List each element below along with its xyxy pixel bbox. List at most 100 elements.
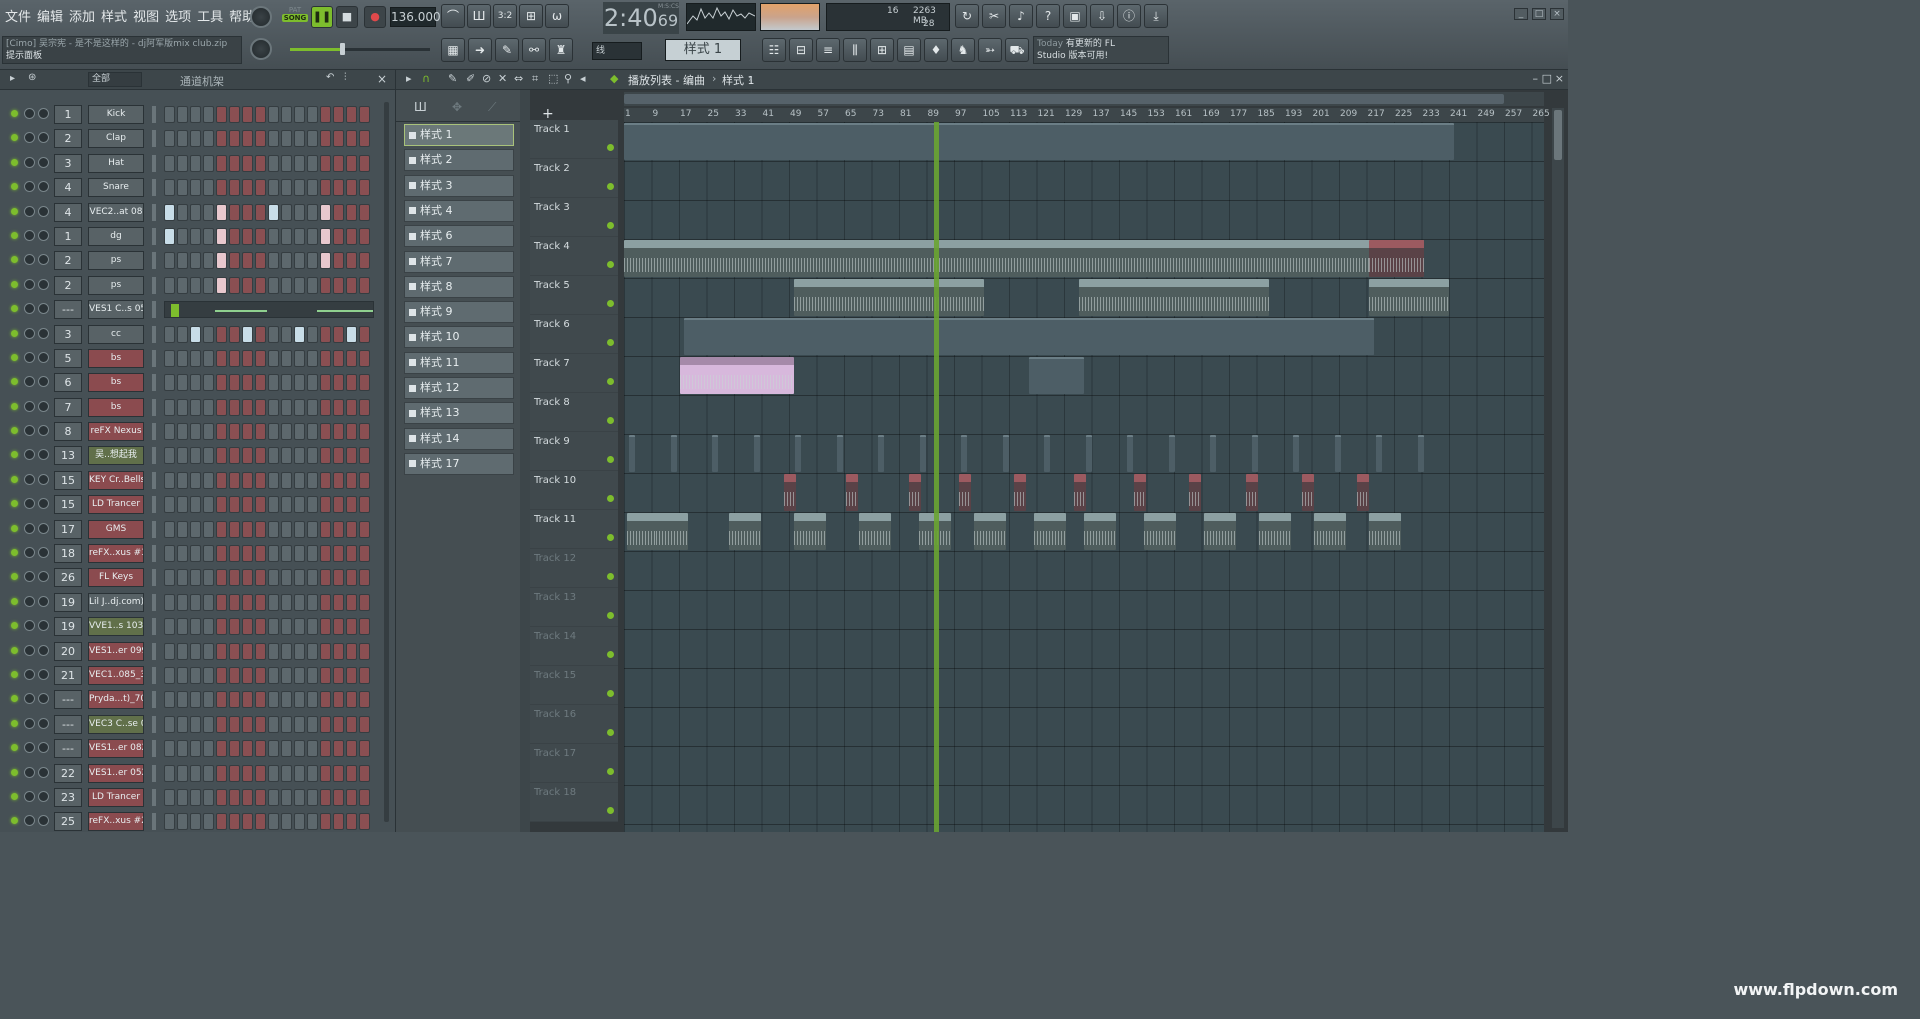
blend-notes-icon[interactable]: ω [545, 4, 569, 28]
channel-mute-led[interactable] [11, 524, 18, 532]
channel-mixer-track[interactable]: 7 [54, 397, 82, 417]
step-button[interactable] [164, 471, 175, 489]
step-button[interactable] [359, 423, 370, 441]
step-button[interactable] [190, 130, 201, 148]
step-button[interactable] [229, 666, 240, 684]
step-button[interactable] [229, 130, 240, 148]
step-button[interactable] [307, 252, 318, 270]
step-button[interactable] [281, 642, 292, 660]
step-button[interactable] [268, 203, 279, 221]
playlist-clip[interactable]: 样式 10 [874, 318, 974, 355]
channel-mixer-track[interactable]: 2 [54, 129, 82, 149]
step-button[interactable] [177, 545, 188, 563]
step-button[interactable] [242, 325, 253, 343]
channel-volume-knob[interactable] [38, 303, 49, 315]
channel-volume-knob[interactable] [38, 278, 49, 290]
channel-mute-led[interactable] [11, 549, 18, 557]
help-icon[interactable]: ? [1036, 4, 1060, 28]
step-button[interactable] [203, 691, 214, 709]
step-button[interactable] [242, 788, 253, 806]
step-button[interactable] [229, 325, 240, 343]
step-button[interactable] [203, 252, 214, 270]
step-button[interactable] [346, 398, 357, 416]
channel-mute-led[interactable] [11, 329, 18, 337]
channel-volume-knob[interactable] [38, 254, 49, 266]
slice-tool-icon[interactable]: ⌗ [532, 72, 538, 86]
channel-row[interactable]: 2 ps [4, 273, 378, 297]
step-button[interactable] [294, 325, 305, 343]
step-button[interactable] [320, 813, 331, 831]
step-button[interactable] [216, 642, 227, 660]
step-button[interactable] [164, 106, 175, 123]
channel-volume-knob[interactable] [38, 644, 49, 656]
vertical-scrollbar[interactable] [1552, 108, 1564, 828]
browser-icon[interactable]: ⊞ [870, 38, 894, 62]
step-button[interactable] [320, 227, 331, 245]
step-button[interactable] [268, 276, 279, 294]
step-button[interactable] [177, 618, 188, 636]
step-button[interactable] [307, 618, 318, 636]
step-button[interactable] [333, 666, 344, 684]
channel-row[interactable]: 19 Lil J..dj.com) [4, 590, 378, 614]
horizontal-scrollbar[interactable] [624, 92, 1544, 106]
playlist-clip[interactable] [1369, 279, 1449, 316]
step-button[interactable] [177, 691, 188, 709]
step-button[interactable] [320, 276, 331, 294]
playlist-clip[interactable] [1134, 474, 1146, 511]
step-button[interactable] [294, 691, 305, 709]
step-button[interactable] [242, 593, 253, 611]
step-button[interactable] [203, 398, 214, 416]
channel-row[interactable]: 19 VVE1..s 103 [4, 614, 378, 638]
step-button[interactable] [255, 227, 266, 245]
step-button[interactable] [216, 374, 227, 392]
pattern-item[interactable]: 样式 13 [404, 402, 514, 425]
step-button[interactable] [229, 203, 240, 221]
channel-select-bar[interactable] [152, 349, 156, 367]
channel-row[interactable]: 5 bs [4, 346, 378, 370]
microphone-icon[interactable]: ♪ [1009, 4, 1033, 28]
channel-volume-knob[interactable] [38, 498, 49, 510]
track-header[interactable]: Track 14 [530, 627, 618, 666]
step-button[interactable] [242, 715, 253, 733]
news-panel[interactable]: Today 有更新的 FL Studio 版本可用! [1033, 36, 1169, 64]
step-button[interactable] [255, 398, 266, 416]
channel-name-button[interactable]: VES1..er 052 [88, 763, 144, 783]
step-button[interactable] [190, 398, 201, 416]
link-icon[interactable]: ⚯ [522, 38, 546, 62]
step-button[interactable] [229, 715, 240, 733]
step-button[interactable] [203, 813, 214, 831]
step-button[interactable] [333, 788, 344, 806]
step-button[interactable] [216, 154, 227, 172]
pattern-item[interactable]: 样式 7 [404, 250, 514, 273]
arrangement-grid[interactable]: 吴宗宪 - 是不是 晚你才会这样的想起我 吴宗宪 - 是不是 晚你才会这样的想起我… [624, 122, 1544, 832]
step-button[interactable] [307, 496, 318, 514]
step-button[interactable] [320, 252, 331, 270]
step-button[interactable] [333, 593, 344, 611]
pattern-item[interactable]: 样式 17 [404, 452, 514, 475]
step-button[interactable] [294, 520, 305, 538]
step-button[interactable] [216, 788, 227, 806]
channel-name-button[interactable]: KEY Cr..Bells [88, 470, 144, 490]
channel-volume-knob[interactable] [38, 742, 49, 754]
step-button[interactable] [164, 227, 175, 245]
playlist-clip[interactable] [959, 474, 971, 511]
step-button[interactable] [320, 471, 331, 489]
step-button[interactable] [164, 666, 175, 684]
step-button[interactable] [268, 788, 279, 806]
step-button[interactable] [216, 666, 227, 684]
channel-select-bar[interactable] [152, 106, 156, 123]
playlist-clip[interactable] [712, 435, 718, 472]
step-button[interactable] [294, 471, 305, 489]
step-button[interactable] [294, 423, 305, 441]
channel-mixer-track[interactable]: 3 [54, 153, 82, 173]
playlist-clip[interactable] [1334, 435, 1341, 472]
step-button[interactable] [203, 593, 214, 611]
step-button[interactable] [242, 569, 253, 587]
step-button[interactable] [281, 545, 292, 563]
step-button[interactable] [203, 740, 214, 758]
step-button[interactable] [255, 496, 266, 514]
channel-select-bar[interactable] [152, 203, 156, 221]
step-button[interactable] [333, 252, 344, 270]
step-button[interactable] [203, 179, 214, 197]
step-button[interactable] [177, 788, 188, 806]
